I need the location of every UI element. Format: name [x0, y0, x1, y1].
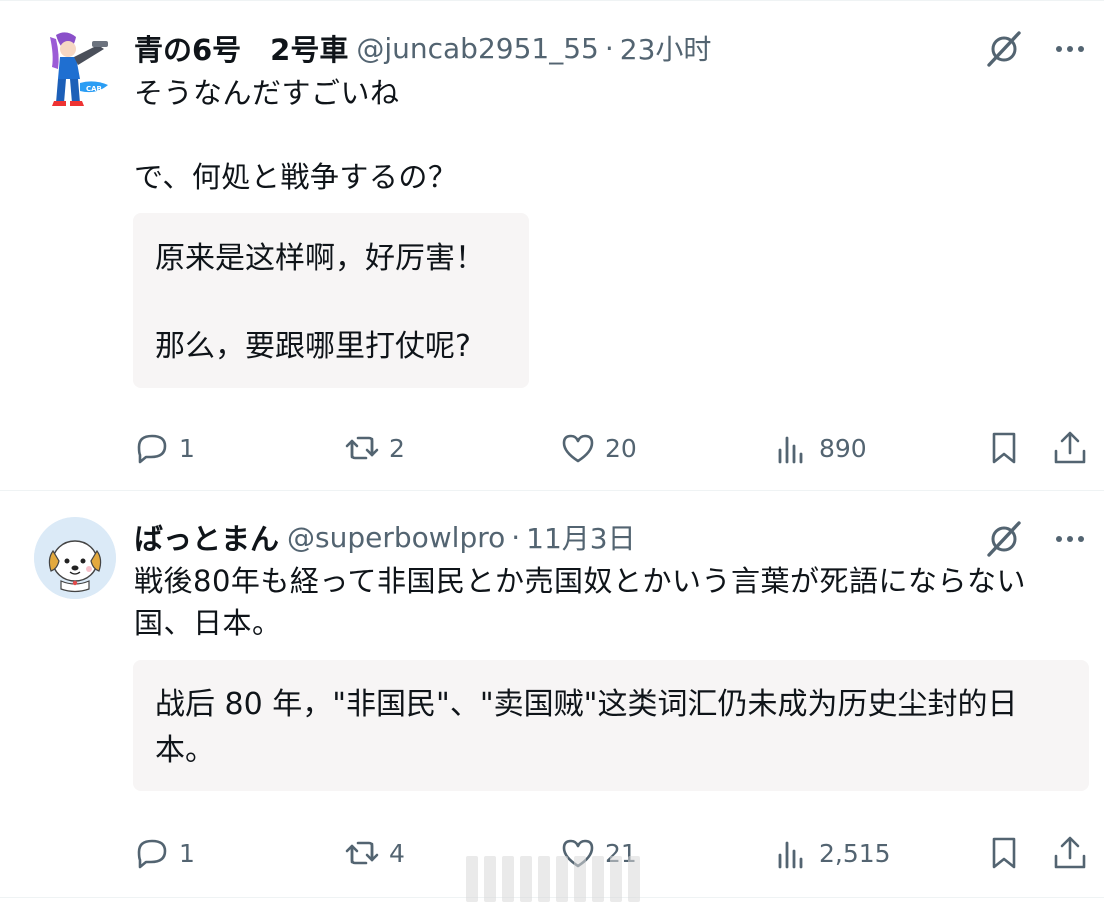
- dog-avatar-icon: [34, 517, 116, 599]
- reply-icon: [137, 839, 167, 869]
- tweet-top-actions: [984, 519, 1088, 559]
- share-button[interactable]: [1051, 423, 1089, 473]
- tweet-header: 青の6号 2号車 @juncab2951_55 · 23小时: [134, 28, 711, 68]
- separator: ·: [604, 31, 614, 65]
- bookmark-button[interactable]: [985, 423, 1023, 473]
- grok-icon[interactable]: [984, 29, 1024, 69]
- more-options-icon[interactable]: [1052, 521, 1088, 557]
- display-name[interactable]: 青の6号 2号車: [134, 27, 348, 69]
- translation-box: 战后 80 年，"非国民"、"卖国贼"这类词汇仍未成为历史尘封的日本。: [133, 660, 1089, 791]
- tweet-top-actions: [984, 29, 1088, 69]
- avatar[interactable]: [34, 517, 116, 599]
- reply-icon: [137, 434, 167, 464]
- tweet-header: ばっとまん @superbowlpro · 11月3日: [134, 517, 636, 557]
- svg-text:CAB: CAB: [86, 85, 102, 93]
- tweet[interactable]: ばっとまん @superbowlpro · 11月3日 戦後80年も経って非国民…: [0, 492, 1104, 898]
- grok-icon[interactable]: [984, 519, 1024, 559]
- views-count: 890: [819, 433, 867, 463]
- retweet-icon: [345, 841, 379, 865]
- retweet-icon: [345, 436, 379, 460]
- retweet-count: 2: [389, 433, 405, 463]
- share-icon: [1054, 836, 1086, 869]
- reply-count: 1: [179, 838, 195, 868]
- like-count: 20: [605, 433, 637, 463]
- tweet-actions: 1 2 20 890: [133, 423, 1089, 473]
- heart-icon: [562, 434, 594, 463]
- bookmark-icon: [992, 837, 1016, 869]
- reply-button[interactable]: 1: [133, 828, 195, 878]
- views-count: 2,515: [819, 838, 891, 868]
- watermark: [466, 856, 646, 902]
- share-icon: [1054, 431, 1086, 464]
- views-button[interactable]: 890: [773, 423, 867, 473]
- timestamp[interactable]: 11月3日: [526, 517, 635, 557]
- retweet-button[interactable]: 4: [343, 828, 405, 878]
- more-options-icon[interactable]: [1052, 31, 1088, 67]
- retweet-button[interactable]: 2: [343, 423, 405, 473]
- user-handle[interactable]: @superbowlpro: [287, 521, 505, 554]
- views-chart-icon: [778, 436, 803, 464]
- views-button[interactable]: 2,515: [773, 828, 891, 878]
- tweet[interactable]: CAB 青の6号 2号車 @juncab2951_55 · 23小时 そうなんだ…: [0, 0, 1104, 491]
- translation-box: 原来是这样啊，好厉害！ 那么，要跟哪里打仗呢?: [133, 213, 529, 388]
- tweet-text: 戦後80年も経って非国民とか売国奴とかいう言葉が死語にならない国、日本。: [134, 564, 1026, 640]
- retweet-count: 4: [389, 838, 405, 868]
- display-name[interactable]: ばっとまん: [134, 516, 279, 558]
- bookmark-icon: [992, 432, 1016, 464]
- bookmark-button[interactable]: [985, 828, 1023, 878]
- timestamp[interactable]: 23小时: [620, 28, 712, 68]
- reply-button[interactable]: 1: [133, 423, 195, 473]
- tweet-text: そうなんだすごいね で、何処と戦争するの？: [134, 76, 458, 194]
- like-button[interactable]: 20: [559, 423, 637, 473]
- reply-count: 1: [179, 433, 195, 463]
- separator: ·: [511, 520, 521, 554]
- avatar[interactable]: CAB: [34, 27, 116, 109]
- views-chart-icon: [778, 841, 803, 869]
- user-handle[interactable]: @juncab2951_55: [356, 32, 598, 65]
- anime-character-avatar-icon: CAB: [34, 27, 116, 109]
- share-button[interactable]: [1051, 828, 1089, 878]
